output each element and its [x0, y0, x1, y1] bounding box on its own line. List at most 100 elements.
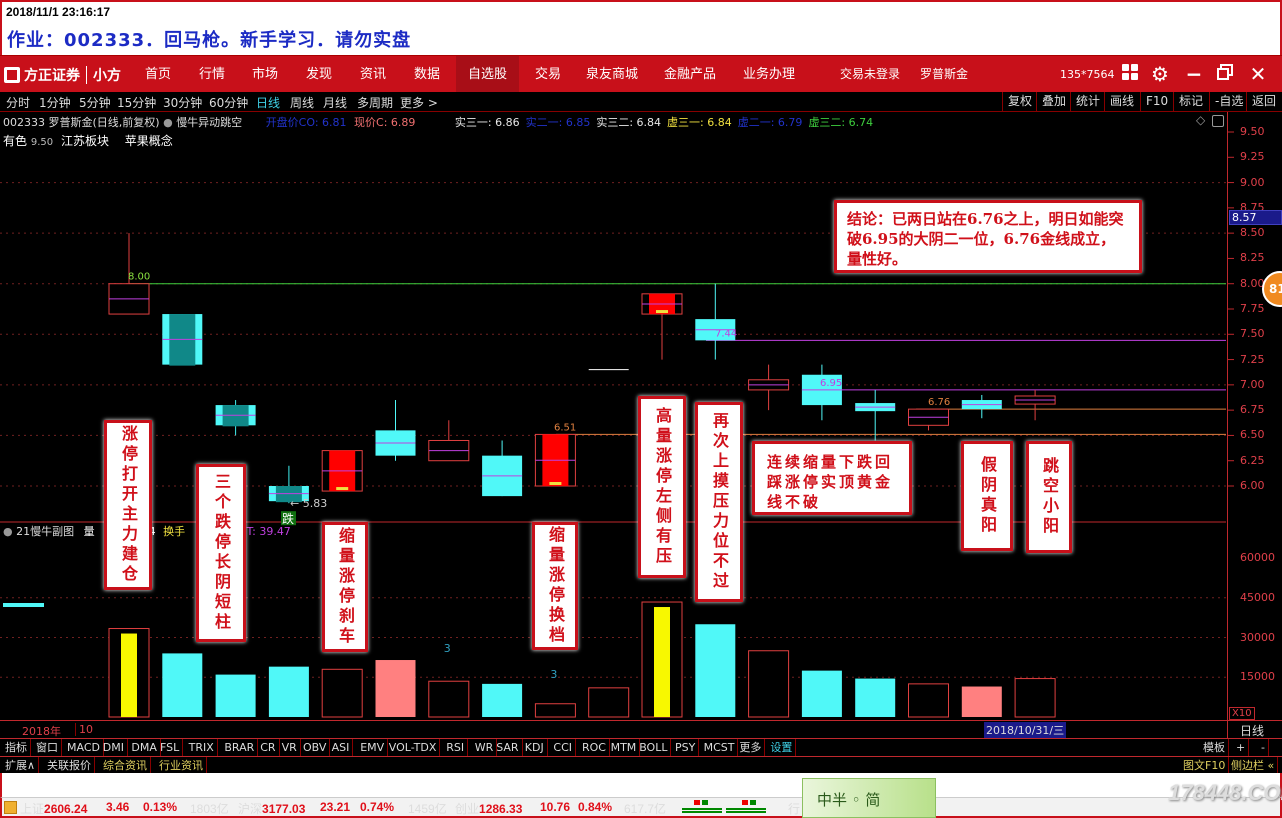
period-tab[interactable]: 更多 > [400, 94, 438, 111]
volume-bar[interactable] [162, 653, 203, 717]
ime-indicator[interactable]: 中半 ◦ 简 [802, 778, 936, 818]
toolbar-button[interactable]: 叠加 [1036, 92, 1071, 112]
period-tab[interactable]: 5分钟 [79, 94, 111, 111]
volume-bar[interactable] [482, 683, 523, 717]
period-tab[interactable]: 15分钟 [117, 94, 156, 111]
indicator-tab[interactable]: KDJ [522, 739, 548, 756]
toolbar-button[interactable]: 返回 [1246, 92, 1281, 112]
ext-tab[interactable]: 综合资讯 [100, 757, 151, 774]
period-tab[interactable]: 60分钟 [209, 94, 248, 111]
indicator-tab[interactable]: BOLL [636, 739, 672, 756]
dropdown-icon[interactable]: ● [163, 116, 173, 129]
indicator-tab[interactable]: 窗口 [33, 739, 62, 756]
nav-item[interactable]: 金融产品 [652, 56, 728, 93]
volume-bar[interactable] [321, 668, 363, 718]
toolbar-button[interactable]: 画线 [1104, 92, 1139, 112]
indicator-tab[interactable]: MACD [64, 739, 104, 756]
volume-bar[interactable] [534, 703, 576, 718]
index-hs[interactable]: 沪深3177.03 [238, 800, 305, 817]
toolbar-button[interactable]: 复权 [1002, 92, 1037, 112]
ext-tab[interactable]: 行业资讯 [156, 757, 207, 774]
trade-login-status[interactable]: 交易未登录 [840, 56, 900, 93]
indicator-tab[interactable]: CR [257, 739, 280, 756]
indicator-tab[interactable]: SAR [493, 739, 523, 756]
dropdown-icon[interactable]: ● [3, 525, 13, 538]
period-tab[interactable]: 周线 [290, 94, 314, 111]
volume-bar[interactable] [428, 680, 470, 718]
restore-panel-icon[interactable] [4, 801, 17, 814]
nav-item[interactable]: 市场 [240, 56, 290, 93]
volume-bar[interactable] [961, 686, 1002, 717]
period-tab[interactable]: 多周期 [357, 94, 393, 111]
indicator-tool[interactable]: + [1233, 739, 1250, 756]
index-cy[interactable]: 创业1286.33 [455, 800, 522, 817]
volume-bar[interactable] [695, 624, 736, 717]
sector-tag[interactable]: 江苏板块 [61, 134, 109, 148]
period-tab[interactable]: 30分钟 [163, 94, 202, 111]
layout-grid-icon[interactable] [1118, 62, 1142, 86]
nav-item[interactable]: 数据 [402, 56, 452, 93]
volume-bar[interactable] [268, 666, 309, 717]
nav-item[interactable]: 自选股 [456, 56, 520, 93]
period-tab[interactable]: 月线 [323, 94, 347, 111]
ext-tab[interactable]: 关联报价 [44, 757, 95, 774]
nav-item[interactable]: 交易 [523, 56, 573, 93]
volume-bar[interactable] [1014, 678, 1056, 718]
indicator-tab[interactable]: FSL [157, 739, 184, 756]
nav-item[interactable]: 发现 [294, 56, 344, 93]
ext-right-button[interactable]: 侧边栏 « [1228, 757, 1279, 774]
period-tab[interactable]: 1分钟 [39, 94, 71, 111]
indicator-tab[interactable]: RSI [443, 739, 469, 756]
indicator-tab[interactable]: ROC [579, 739, 610, 756]
toolbar-button[interactable]: 标记 [1173, 92, 1208, 112]
toolbar-button[interactable]: 统计 [1070, 92, 1105, 112]
volume-bar[interactable] [908, 683, 949, 718]
restore-icon[interactable] [1213, 62, 1237, 86]
volume-bar[interactable] [375, 660, 416, 717]
nav-item[interactable]: 业务办理 [731, 56, 807, 93]
toolbar-button[interactable]: F10 [1140, 92, 1173, 112]
panel-toggle-icon[interactable] [1212, 115, 1224, 127]
index-sh[interactable]: 上证2606.24 [20, 800, 87, 817]
indicator-tab[interactable]: 指标 [2, 739, 31, 756]
indicator-tab[interactable]: PSY [672, 739, 700, 756]
indicator-tab[interactable]: 设置 [767, 739, 797, 756]
period-tab[interactable]: 分时 [6, 94, 30, 111]
toolbar-button[interactable]: -自选 [1209, 92, 1248, 112]
sub-chart-name[interactable]: 21慢牛副图 [16, 525, 74, 538]
sector-tag[interactable]: 有色 [3, 134, 27, 148]
volume-bar[interactable] [654, 607, 670, 717]
indicator-tab[interactable]: DMI [100, 739, 129, 756]
indicator-tool[interactable]: 模板 [1200, 739, 1229, 756]
indicator-tab[interactable]: BRAR [221, 739, 259, 756]
indicator-tab[interactable]: CCI [550, 739, 576, 756]
ext-tab[interactable]: 扩展∧ [2, 757, 40, 774]
indicator-tab[interactable]: 更多 [736, 739, 766, 756]
close-icon[interactable]: ✕ [1246, 62, 1270, 86]
volume-bar[interactable] [748, 650, 790, 718]
nav-item[interactable]: 泉友商城 [574, 56, 650, 93]
nav-item[interactable]: 资讯 [348, 56, 398, 93]
volume-bar[interactable] [855, 678, 896, 717]
indicator-tool[interactable]: - [1258, 739, 1269, 756]
diamond-icon[interactable]: ◇ [1196, 113, 1205, 127]
indicator-tab[interactable]: VOL-TDX [386, 739, 441, 756]
nav-item[interactable]: 首页 [133, 56, 183, 93]
gear-icon[interactable]: ⚙ [1148, 62, 1172, 86]
indicator-name[interactable]: 慢牛异动跳空 [176, 116, 242, 129]
indicator-tab[interactable]: TRIX [186, 739, 218, 756]
volume-bar[interactable] [801, 670, 842, 717]
indicator-tab[interactable]: OBV [300, 739, 331, 756]
indicator-tab[interactable]: MCST [701, 739, 739, 756]
minimize-icon[interactable]: − [1182, 62, 1206, 86]
indicator-tab[interactable]: VR [279, 739, 301, 756]
indicator-tab[interactable]: ASI [329, 739, 354, 756]
sector-tag[interactable]: 苹果概念 [125, 134, 173, 148]
period-tab[interactable]: 日线 [256, 94, 280, 111]
ext-right-button[interactable]: 图文F10 [1180, 757, 1230, 774]
volume-bar[interactable] [215, 674, 256, 717]
indicator-tab[interactable]: EMV [357, 739, 389, 756]
volume-bar[interactable] [588, 687, 630, 718]
nav-item[interactable]: 行情 [187, 56, 237, 93]
volume-bar[interactable] [121, 633, 137, 717]
